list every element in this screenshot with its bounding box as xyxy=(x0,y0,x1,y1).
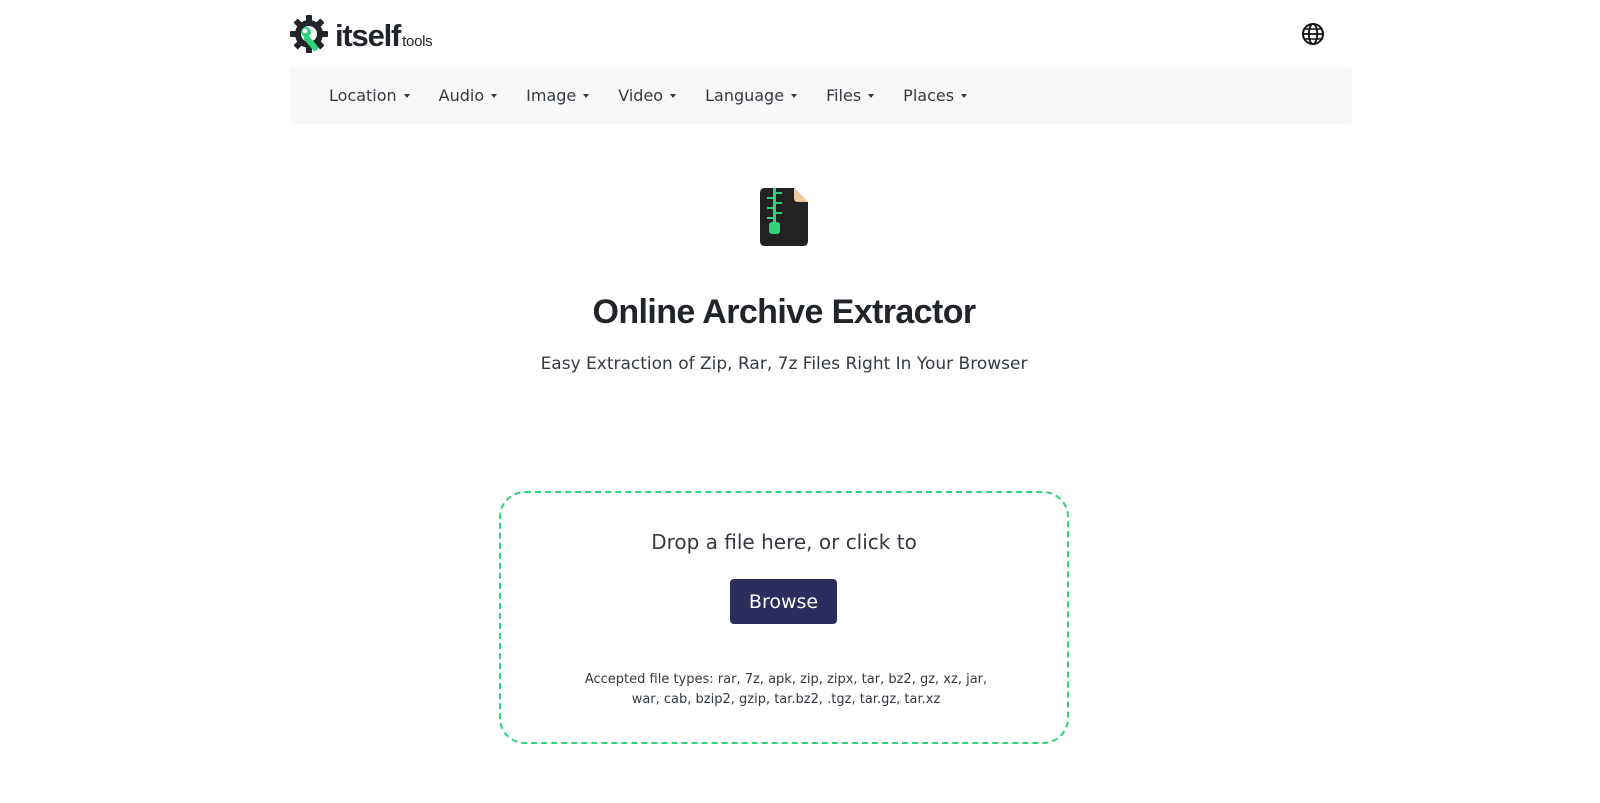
site-header: itself tools xyxy=(289,10,1352,60)
brand-name: itself xyxy=(335,17,401,53)
globe-icon[interactable] xyxy=(1301,22,1325,46)
caret-down-icon xyxy=(491,93,498,98)
caret-down-icon xyxy=(403,93,410,98)
gear-wrench-icon xyxy=(290,15,328,53)
caret-down-icon xyxy=(670,93,677,98)
page-title: Online Archive Extractor xyxy=(592,293,976,331)
nav-item-label: Language xyxy=(705,86,785,105)
nav-item-language[interactable]: Language xyxy=(705,86,798,105)
site-logo[interactable]: itself tools xyxy=(289,14,433,56)
nav-item-label: Location xyxy=(329,86,397,105)
nav-item-label: Video xyxy=(618,86,664,105)
nav-item-files[interactable]: Files xyxy=(826,86,875,105)
nav-item-location[interactable]: Location xyxy=(329,86,410,105)
zip-archive-icon xyxy=(760,188,808,246)
file-drop-zone[interactable]: Drop a file here, or click to Browse Acc… xyxy=(499,491,1069,744)
main-nav: Location Audio Image Video Language File… xyxy=(289,67,1352,124)
nav-item-audio[interactable]: Audio xyxy=(438,86,498,105)
nav-item-places[interactable]: Places xyxy=(903,86,968,105)
nav-item-label: Image xyxy=(526,86,577,105)
browse-button[interactable]: Browse xyxy=(730,579,837,624)
drop-prompt: Drop a file here, or click to xyxy=(651,530,917,554)
caret-down-icon xyxy=(583,93,590,98)
page-subtitle: Easy Extraction of Zip, Rar, 7z Files Ri… xyxy=(540,354,1028,374)
caret-down-icon xyxy=(961,93,968,98)
nav-item-label: Audio xyxy=(438,86,485,105)
nav-item-label: Files xyxy=(826,86,862,105)
caret-down-icon xyxy=(791,93,798,98)
caret-down-icon xyxy=(868,93,875,98)
nav-item-video[interactable]: Video xyxy=(618,86,677,105)
nav-item-label: Places xyxy=(903,86,955,105)
brand-sub: tools xyxy=(402,32,433,50)
page: itself tools Location Audio Image Video xyxy=(0,0,1600,803)
accepted-file-types: Accepted file types: rar, 7z, apk, zip, … xyxy=(584,672,988,707)
nav-item-image[interactable]: Image xyxy=(526,86,590,105)
